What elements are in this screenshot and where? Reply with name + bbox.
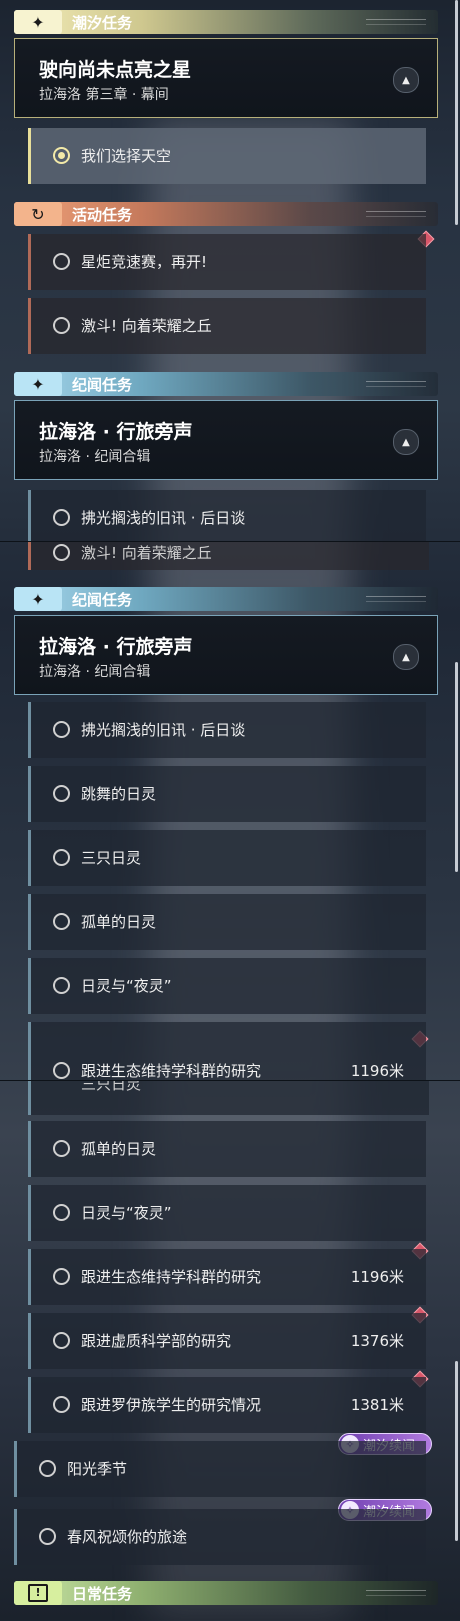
radio-icon — [53, 253, 70, 270]
decorative-lines — [366, 381, 426, 387]
quest-row[interactable]: 星炬竞速赛，再开! — [28, 234, 426, 290]
quest-row-partial[interactable]: 跟进生态维持学科群的研究 1196米 — [28, 1022, 426, 1081]
quest-label: 拂光搁浅的旧讯 · 后日谈 — [81, 509, 246, 527]
category-title: 日常任务 — [72, 1585, 133, 1603]
quest-label: 跟进罗伊族学生的研究情况 — [81, 1396, 262, 1414]
chapter-subtitle: 拉海洛 · 纪闻合辑 — [39, 449, 151, 465]
radio-icon — [53, 977, 70, 994]
quest-row-selected[interactable]: 我们选择天空 — [28, 128, 426, 184]
radio-icon — [53, 1332, 70, 1349]
radio-icon — [53, 913, 70, 930]
chapter-title: 驶向尚未点亮之星 — [39, 59, 192, 81]
chapter-title: 拉海洛 · 行旅旁声 — [39, 636, 193, 658]
quest-chapter-card[interactable]: 驶向尚未点亮之星 拉海洛 第三章 · 幕间 ▲ — [14, 38, 438, 118]
sparkle-icon: ✦ — [14, 587, 62, 611]
quest-label: 拂光搁浅的旧讯 · 后日谈 — [81, 721, 246, 739]
quest-distance: 1196米 — [350, 1268, 404, 1286]
quest-label: 跟进生态维持学科群的研究 — [81, 1268, 262, 1286]
sparkle-icon: ✦ — [14, 10, 62, 34]
decorative-lines — [366, 1590, 426, 1596]
quest-label: 激斗! 向着荣耀之丘 — [81, 544, 212, 562]
radio-icon — [53, 1268, 70, 1285]
category-header-activity-quests[interactable]: ↻ 活动任务 — [14, 202, 438, 226]
category-title: 潮汐任务 — [72, 14, 133, 32]
radio-icon — [53, 317, 70, 334]
quest-label: 三只日灵 — [81, 849, 142, 867]
radio-icon — [39, 1460, 56, 1477]
quest-label: 我们选择天空 — [81, 147, 172, 165]
sparkle-icon: ✦ — [14, 372, 62, 396]
category-header-daily-quests[interactable]: ! 日常任务 — [14, 1581, 438, 1605]
chapter-subtitle: 拉海洛 · 纪闻合辑 — [39, 664, 151, 680]
radio-icon — [53, 849, 70, 866]
category-title: 活动任务 — [72, 206, 133, 224]
quest-row-partial[interactable]: 拂光搁浅的旧讯 · 后日谈 — [28, 490, 426, 541]
quest-chapter-card[interactable]: 拉海洛 · 行旅旁声 拉海洛 · 纪闻合辑 ▲ — [14, 400, 438, 480]
quest-row[interactable]: 跟进虚质科学部的研究 1376米 — [28, 1313, 426, 1369]
quest-row[interactable]: 拂光搁浅的旧讯 · 后日谈 — [28, 702, 426, 758]
screen-segment-3: 三只日灵 孤单的日灵 日灵与“夜灵” 跟进生态维持学科群的研究 1196米 跟进… — [0, 1080, 460, 1621]
radio-icon — [53, 544, 70, 561]
quest-row[interactable]: 跟进生态维持学科群的研究 1196米 — [28, 1249, 426, 1305]
collapse-arrow-icon[interactable]: ▲ — [393, 67, 419, 93]
decorative-lines — [366, 211, 426, 217]
quest-label: 跳舞的日灵 — [81, 785, 157, 803]
quest-distance: 1376米 — [350, 1332, 404, 1350]
quest-distance: 1381米 — [350, 1396, 404, 1414]
quest-label: 星炬竞速赛，再开! — [81, 253, 208, 271]
quest-row-partial[interactable]: 三只日灵 — [28, 1081, 429, 1115]
quest-row-partial[interactable]: 激斗! 向着荣耀之丘 — [28, 542, 429, 570]
quest-row[interactable]: 日灵与“夜灵” — [28, 1185, 426, 1241]
radio-icon — [39, 1528, 56, 1545]
quest-label: 阳光季节 — [67, 1460, 128, 1478]
alert-icon: ! — [14, 1581, 62, 1605]
radio-icon — [53, 1062, 70, 1079]
quest-label: 日灵与“夜灵” — [81, 1204, 172, 1222]
radio-icon — [53, 1396, 70, 1413]
chapter-subtitle: 拉海洛 第三章 · 幕间 — [39, 87, 169, 103]
scrollbar[interactable] — [455, 0, 458, 225]
quest-label: 跟进虚质科学部的研究 — [81, 1332, 232, 1350]
quest-row[interactable]: 春风祝颂你的旅途 — [14, 1509, 426, 1565]
category-header-tide-quests[interactable]: ✦ 潮汐任务 — [14, 10, 438, 34]
refresh-icon: ↻ — [14, 202, 62, 226]
radio-icon — [53, 1140, 70, 1157]
decorative-lines — [366, 596, 426, 602]
chapter-title: 拉海洛 · 行旅旁声 — [39, 421, 193, 443]
quest-row[interactable]: 日灵与“夜灵” — [28, 958, 426, 1014]
scrollbar[interactable] — [455, 662, 458, 872]
quest-chapter-card[interactable]: 拉海洛 · 行旅旁声 拉海洛 · 纪闻合辑 ▲ — [14, 615, 438, 695]
decorative-lines — [366, 19, 426, 25]
scrollbar[interactable] — [455, 1361, 458, 1541]
radio-selected-icon — [53, 147, 70, 164]
quest-label: 孤单的日灵 — [81, 1140, 157, 1158]
quest-row[interactable]: 三只日灵 — [28, 830, 426, 886]
collapse-arrow-icon[interactable]: ▲ — [393, 644, 419, 670]
screen-segment-2: 激斗! 向着荣耀之丘 ✦ 纪闻任务 拉海洛 · 行旅旁声 拉海洛 · 纪闻合辑 … — [0, 541, 460, 1081]
radio-icon — [53, 1204, 70, 1221]
quest-label: 日灵与“夜灵” — [81, 977, 172, 995]
quest-label: 激斗! 向着荣耀之丘 — [81, 317, 212, 335]
quest-distance: 1196米 — [350, 1062, 404, 1080]
category-header-lore-quests[interactable]: ✦ 纪闻任务 — [14, 587, 438, 611]
category-header-lore-quests[interactable]: ✦ 纪闻任务 — [14, 372, 438, 396]
quest-row[interactable]: 阳光季节 — [14, 1441, 426, 1497]
quest-row[interactable]: 激斗! 向着荣耀之丘 — [28, 298, 426, 354]
quest-row[interactable]: 跟进罗伊族学生的研究情况 1381米 — [28, 1377, 426, 1433]
quest-row[interactable]: 孤单的日灵 — [28, 1121, 426, 1177]
quest-row[interactable]: 孤单的日灵 — [28, 894, 426, 950]
category-title: 纪闻任务 — [72, 591, 133, 609]
quest-label: 跟进生态维持学科群的研究 — [81, 1062, 262, 1080]
radio-icon — [53, 785, 70, 802]
screen-segment-1: ✦ 潮汐任务 驶向尚未点亮之星 拉海洛 第三章 · 幕间 ▲ 我们选择天空 ↻ … — [0, 0, 460, 541]
radio-icon — [53, 721, 70, 738]
radio-icon — [53, 509, 70, 526]
quest-label: 春风祝颂你的旅途 — [67, 1528, 188, 1546]
category-title: 纪闻任务 — [72, 376, 133, 394]
quest-label: 孤单的日灵 — [81, 913, 157, 931]
quest-row[interactable]: 跳舞的日灵 — [28, 766, 426, 822]
quest-label: 三只日灵 — [81, 1081, 142, 1093]
collapse-arrow-icon[interactable]: ▲ — [393, 429, 419, 455]
